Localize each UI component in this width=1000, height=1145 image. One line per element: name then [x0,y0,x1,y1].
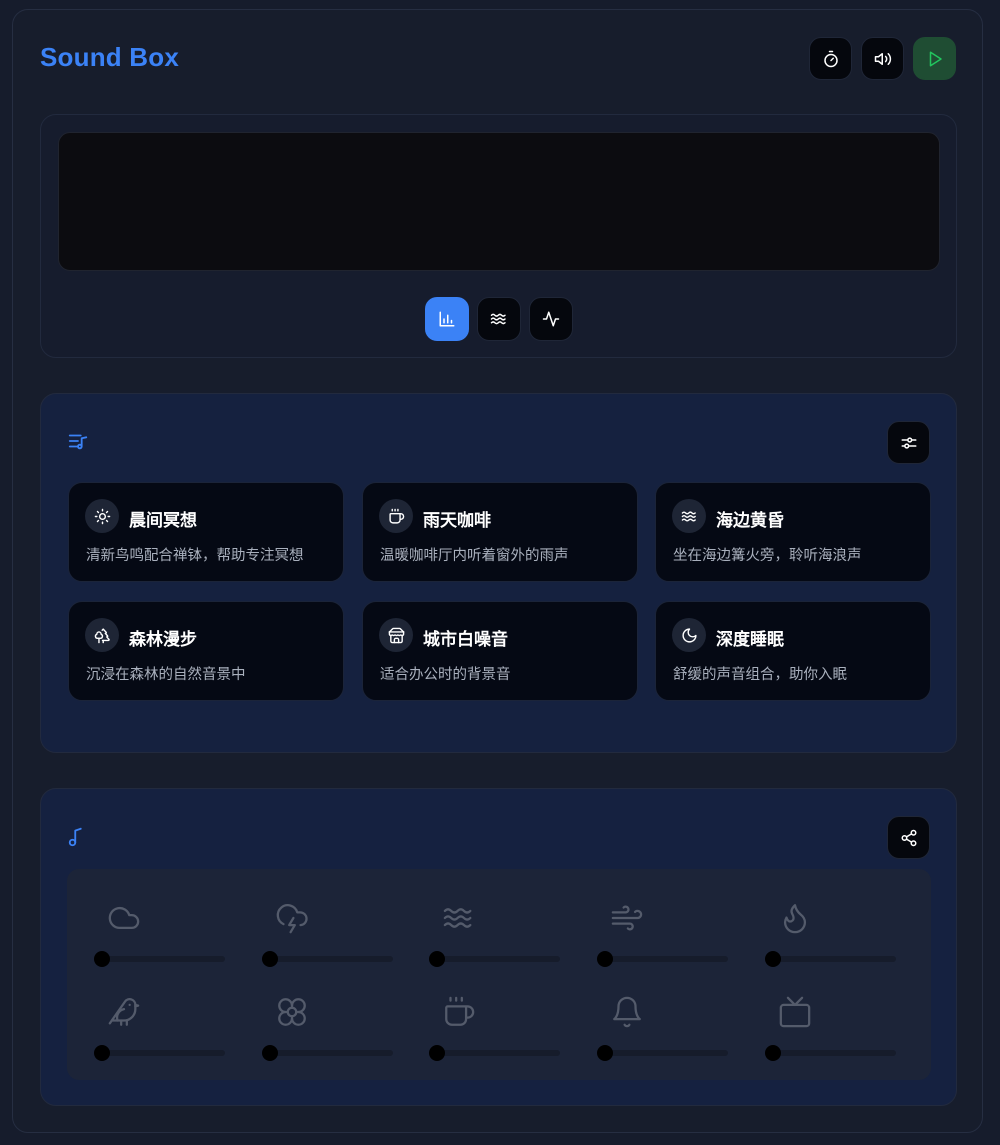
scenes-panel: 晨间冥想 清新鸟鸣配合禅钵，帮助专注冥想 雨天咖啡 温暖咖啡厅内听着窗外的雨声 … [40,393,957,753]
moon-icon [681,627,697,643]
sound-channel [402,901,560,981]
scene-title: 雨天咖啡 [423,511,491,530]
scene-description: 适合办公时的背景音 [380,667,511,683]
coffee-icon[interactable] [442,995,476,1029]
volume-slider-knob[interactable] [429,1045,445,1061]
volume-slider-knob[interactable] [262,951,278,967]
scene-description: 清新鸟鸣配合禅钵，帮助专注冥想 [86,548,304,564]
scene-description: 坐在海边篝火旁，聆听海浪声 [673,548,862,564]
volume-slider-track[interactable] [603,1050,728,1056]
play-button[interactable] [913,37,956,80]
volume-slider-track[interactable] [435,1050,560,1056]
activity-icon [542,311,560,327]
volume-slider-track[interactable] [100,956,225,962]
bell-icon[interactable] [610,995,644,1029]
sliders-icon [901,436,916,449]
scene-title: 晨间冥想 [129,511,197,530]
sound-channel [235,995,393,1075]
waves-icon [681,510,696,522]
volume-slider-track[interactable] [268,1050,393,1056]
volume-slider-knob[interactable] [765,951,781,967]
volume-slider-track[interactable] [100,1050,225,1056]
visualizer-mode-waves[interactable] [477,297,521,341]
scene-card[interactable]: 深度睡眠 舒缓的声音组合，助你入眠 [655,601,931,701]
scene-description: 沉浸在森林的自然音景中 [86,667,246,683]
volume-slider-knob[interactable] [94,951,110,967]
sound-channel [235,901,393,981]
scene-card[interactable]: 森林漫步 沉浸在森林的自然音景中 [68,601,344,701]
scene-title: 海边黄昏 [716,511,784,530]
scene-title: 森林漫步 [129,630,197,649]
scene-title: 城市白噪音 [423,630,508,649]
sound-channel [570,995,728,1075]
scene-card[interactable]: 雨天咖啡 温暖咖啡厅内听着窗外的雨声 [362,482,638,582]
play-icon [929,51,942,66]
scene-title: 深度睡眠 [716,630,784,649]
scene-description: 舒缓的声音组合，助你入眠 [673,667,847,683]
sun-icon [94,508,110,524]
sound-channel [738,901,896,981]
volume-slider-knob[interactable] [765,1045,781,1061]
visualizer-panel [40,114,957,358]
sound-channel [67,995,225,1075]
sound-channel [67,901,225,981]
sound-channel [402,995,560,1075]
volume-slider-track[interactable] [435,956,560,962]
scene-description: 温暖咖啡厅内听着窗外的雨声 [380,548,569,564]
app-window: Sound Box 晨间冥想 清新鸟鸣配合禅钵，帮助专注冥想 雨天咖啡 温暖咖啡… [12,9,983,1133]
timer-button[interactable] [809,37,852,80]
bird-icon[interactable] [107,995,141,1029]
volume-slider-knob[interactable] [262,1045,278,1061]
visualizer-mode-bars[interactable] [425,297,469,341]
volume-slider-knob[interactable] [597,951,613,967]
app-title: Sound Box [40,42,180,72]
store-icon [388,627,404,643]
wind-icon[interactable] [610,901,644,935]
trees-icon [94,627,110,643]
volume-slider-track[interactable] [268,956,393,962]
volume-slider-knob[interactable] [597,1045,613,1061]
bar-chart-icon [439,311,455,327]
sound-channel [570,901,728,981]
waves-icon[interactable] [442,901,476,935]
timer-icon [823,50,838,67]
tv-icon[interactable] [778,995,812,1029]
playlist-icon [68,434,88,450]
music-note-icon [68,827,82,847]
scene-card[interactable]: 海边黄昏 坐在海边篝火旁，聆听海浪声 [655,482,931,582]
scene-card[interactable]: 城市白噪音 适合办公时的背景音 [362,601,638,701]
coffee-icon [388,508,404,524]
share-icon [901,829,916,846]
visualizer-mode-pulse[interactable] [529,297,573,341]
scene-settings-button[interactable] [887,421,930,464]
volume-slider-knob[interactable] [429,951,445,967]
volume-slider-knob[interactable] [94,1045,110,1061]
flame-icon[interactable] [778,901,812,935]
volume-icon [874,52,891,65]
volume-slider-track[interactable] [771,1050,896,1056]
volume-button[interactable] [861,37,904,80]
visualizer-canvas [58,132,940,271]
sound-mixer [67,869,931,1080]
sound-channel [738,995,896,1075]
flower-icon[interactable] [275,995,309,1029]
waves-icon [490,313,506,325]
cloud-icon[interactable] [107,901,141,935]
cloud-lightning-icon[interactable] [275,901,309,935]
share-button[interactable] [887,816,930,859]
mixer-panel [40,788,957,1106]
scene-card[interactable]: 晨间冥想 清新鸟鸣配合禅钵，帮助专注冥想 [68,482,344,582]
volume-slider-track[interactable] [603,956,728,962]
volume-slider-track[interactable] [771,956,896,962]
